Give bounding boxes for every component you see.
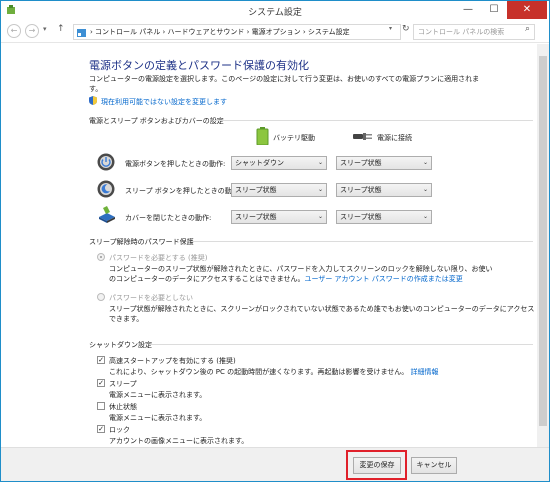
- power-buttons-section-title: 電源とスリープ ボタンおよびカバーの設定: [89, 117, 224, 125]
- sleep-button-action-label: スリープ ボタンを押したときの動作:: [125, 187, 242, 195]
- up-button[interactable]: ↑: [57, 24, 65, 34]
- ac-column-label: 電源に接続: [377, 134, 412, 142]
- require-password-desc-text: のコンピューターのデータにアクセスすることはできません。: [109, 275, 305, 283]
- highlight-box: [346, 450, 407, 480]
- select-value: シャットダウン: [235, 159, 284, 167]
- breadcrumb[interactable]: › コントロール パネル › ハードウェアとサウンド › 電源オプション › シ…: [90, 28, 350, 36]
- chevron-down-icon: ⌄: [317, 186, 323, 193]
- forward-button[interactable]: →: [25, 24, 39, 38]
- chevron-down-icon: ⌄: [422, 159, 428, 166]
- maximize-button[interactable]: ☐: [481, 1, 507, 19]
- minimize-button[interactable]: —: [455, 1, 481, 19]
- sleep-button-ac-select[interactable]: スリープ状態 ⌄: [336, 183, 432, 197]
- lock-option-label: ロック: [109, 426, 130, 434]
- select-value: スリープ状態: [340, 213, 382, 221]
- search-icon[interactable]: ⌕: [525, 24, 530, 34]
- power-button-action-label: 電源ボタンを押したときの動作:: [125, 160, 226, 168]
- select-value: スリープ状態: [340, 186, 382, 194]
- lock-option-desc: アカウントの画像メニューに表示されます。: [109, 437, 249, 445]
- no-password-label: パスワードを必要としない: [109, 294, 193, 302]
- lid-close-action-label: カバーを閉じたときの動作:: [125, 214, 212, 222]
- page-title: 電源ボタンの定義とパスワード保護の有効化: [89, 59, 309, 72]
- battery-icon: [256, 127, 269, 146]
- battery-column-label: バッテリ駆動: [273, 134, 315, 142]
- search-input[interactable]: コントロール パネルの検索: [413, 24, 535, 40]
- power-button-ac-select[interactable]: スリープ状態 ⌄: [336, 156, 432, 170]
- hibernate-checkbox[interactable]: [97, 402, 105, 410]
- chevron-down-icon: ⌄: [422, 186, 428, 193]
- system-settings-window: システム設定 — ☐ ✕ ← → ▾ ↑ › コントロール パネル › ハードウ…: [0, 0, 550, 482]
- fast-startup-desc-text: これにより、シャットダウン後の PC の起動時間が速くなります。再起動は影響を受…: [109, 368, 409, 376]
- address-bar[interactable]: › コントロール パネル › ハードウェアとサウンド › 電源オプション › シ…: [73, 24, 401, 40]
- chevron-down-icon: ⌄: [317, 159, 323, 166]
- cancel-button[interactable]: キャンセル: [411, 457, 457, 474]
- hibernate-option-desc: 電源メニューに表示されます。: [109, 414, 207, 422]
- require-password-radio[interactable]: [97, 253, 105, 261]
- hibernate-option-label: 休止状態: [109, 403, 137, 411]
- close-button[interactable]: ✕: [507, 1, 547, 19]
- intro-text-line1: コンピューターの電源設定を選択します。このページの設定に対して行う変更は、お使い…: [89, 75, 480, 83]
- back-button[interactable]: ←: [7, 24, 21, 38]
- uac-shield-icon: [89, 96, 97, 105]
- no-password-desc-line1: スリープ状態が解除されたときに、スクリーンがロックされていない状態であるため誰で…: [109, 305, 535, 313]
- require-password-desc-line1: コンピューターのスリープ状態が解除されたときに、パスワードを入力してスクリーンの…: [109, 265, 493, 273]
- power-button-icon: [97, 153, 115, 171]
- section-divider: [191, 241, 533, 242]
- power-plug-icon: [353, 131, 373, 141]
- section-divider: [213, 120, 533, 121]
- account-password-link[interactable]: ユーザー アカウント パスワードの作成または変更: [304, 275, 462, 283]
- select-value: スリープ状態: [235, 186, 277, 194]
- lock-checkbox[interactable]: ✓: [97, 425, 105, 433]
- shutdown-section-title: シャットダウン設定: [89, 341, 152, 349]
- title-bar: システム設定 — ☐ ✕: [1, 1, 549, 21]
- laptop-lid-icon: [97, 205, 117, 223]
- more-info-link[interactable]: 詳細情報: [410, 368, 438, 376]
- sleep-option-desc: 電源メニューに表示されます。: [109, 391, 207, 399]
- footer-bar: [1, 447, 549, 481]
- control-panel-icon: [77, 28, 86, 37]
- change-unavailable-settings-link[interactable]: 現在利用可能ではない設定を変更します: [101, 97, 227, 107]
- sleep-checkbox[interactable]: ✓: [97, 379, 105, 387]
- intro-text-line2: す。: [89, 85, 103, 93]
- select-value: スリープ状態: [340, 159, 382, 167]
- refresh-icon[interactable]: ↻: [402, 24, 410, 34]
- section-divider: [149, 344, 533, 345]
- chevron-down-icon: ⌄: [422, 213, 428, 220]
- chevron-down-icon: ⌄: [317, 213, 323, 220]
- fast-startup-checkbox[interactable]: ✓: [97, 356, 105, 364]
- address-dropdown-icon[interactable]: ▾: [389, 25, 392, 32]
- power-button-battery-select[interactable]: シャットダウン ⌄: [231, 156, 327, 170]
- sleep-button-icon: [97, 180, 115, 198]
- fast-startup-desc: これにより、シャットダウン後の PC の起動時間が速くなります。再起動は影響を受…: [109, 367, 438, 377]
- lid-close-ac-select[interactable]: スリープ状態 ⌄: [336, 210, 432, 224]
- select-value: スリープ状態: [235, 213, 277, 221]
- navigation-bar: ← → ▾ ↑ › コントロール パネル › ハードウェアとサウンド › 電源オ…: [1, 21, 549, 43]
- sleep-button-battery-select[interactable]: スリープ状態 ⌄: [231, 183, 327, 197]
- password-section-title: スリープ解除時のパスワード保護: [89, 238, 194, 246]
- no-password-desc-line2: できます。: [109, 315, 144, 323]
- recent-pages-dropdown[interactable]: ▾: [43, 25, 47, 33]
- lid-close-battery-select[interactable]: スリープ状態 ⌄: [231, 210, 327, 224]
- require-password-label: パスワードを必要とする (推奨): [109, 254, 208, 262]
- vertical-scrollbar[interactable]: [537, 44, 549, 447]
- fast-startup-label: 高速スタートアップを有効にする (推奨): [109, 357, 236, 365]
- scrollbar-thumb[interactable]: [539, 56, 547, 426]
- sleep-option-label: スリープ: [109, 380, 137, 388]
- require-password-desc-line2: のコンピューターのデータにアクセスすることはできません。ユーザー アカウント パ…: [109, 274, 463, 284]
- no-password-radio[interactable]: [97, 293, 105, 301]
